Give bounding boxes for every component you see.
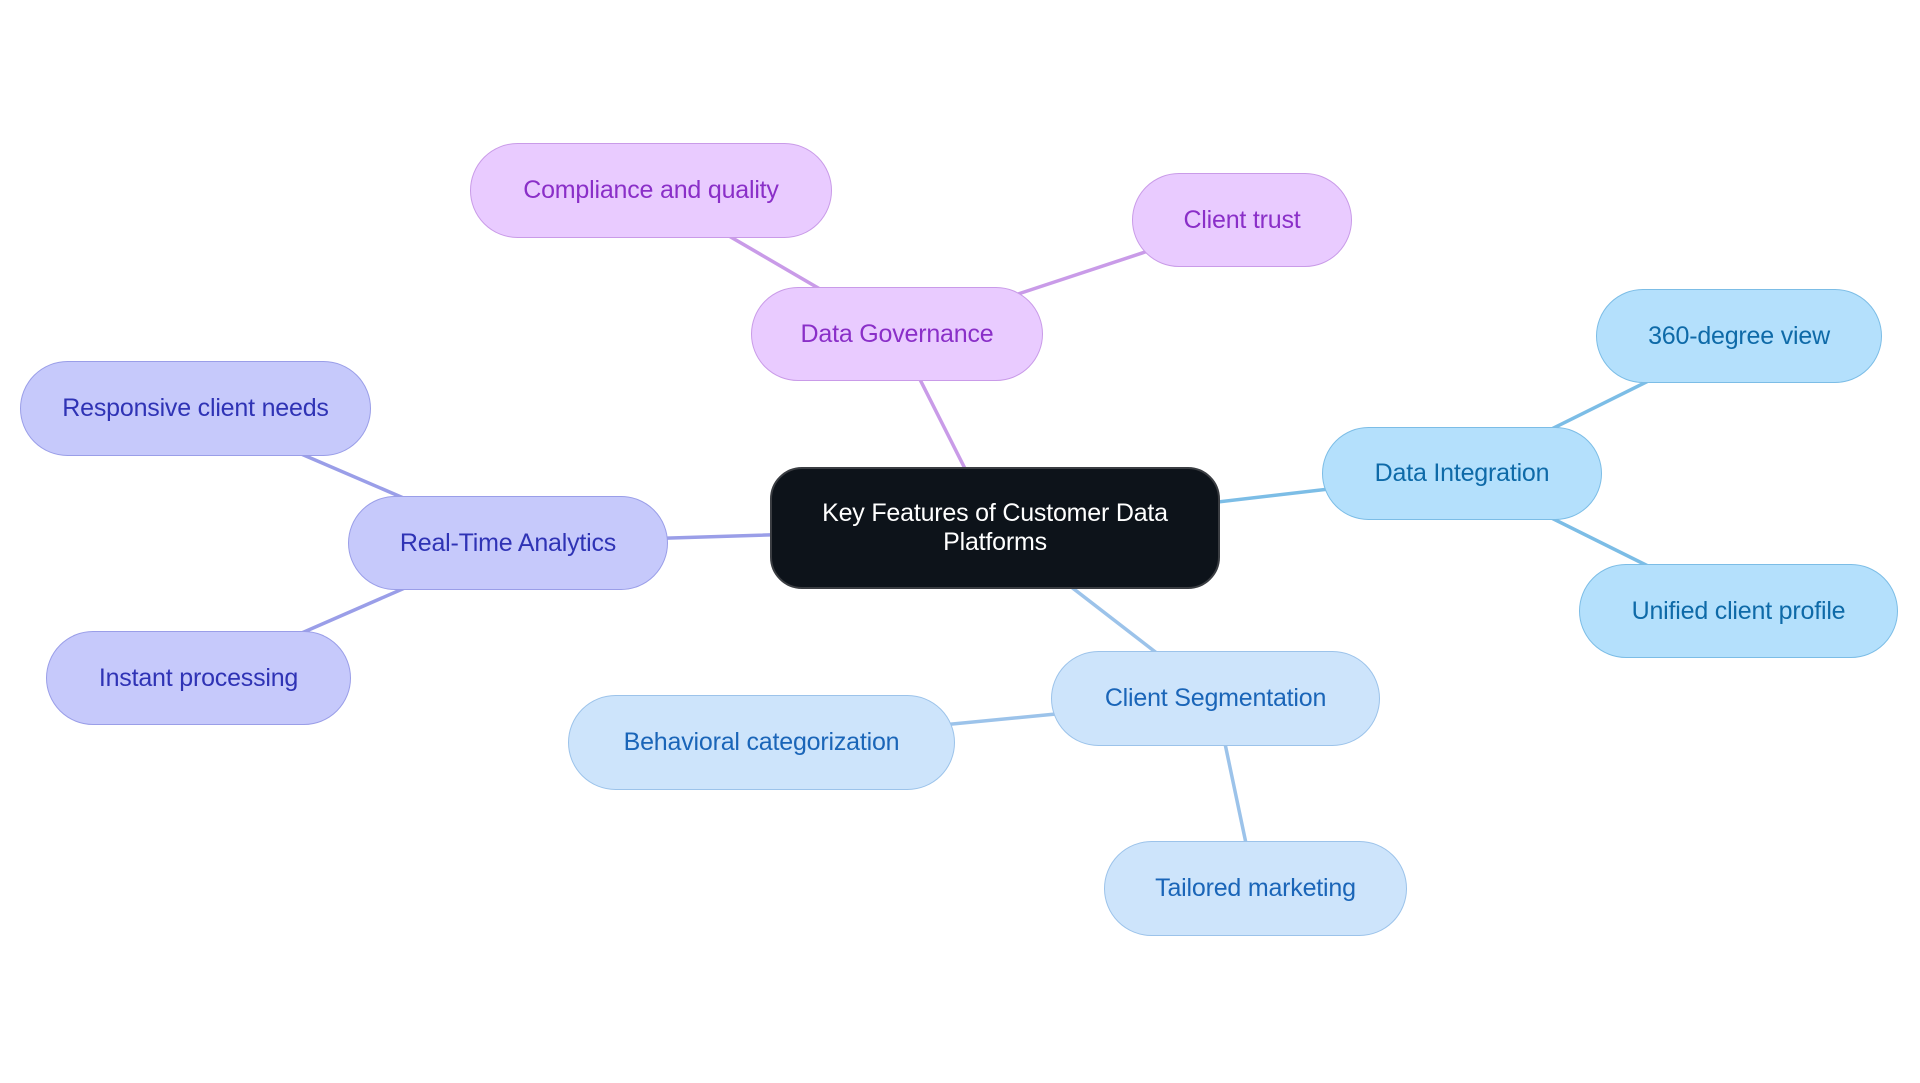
leaf-node-instant-processing[interactable]: Instant processing (46, 631, 351, 725)
leaf-label: 360-degree view (1648, 321, 1830, 350)
leaf-node-unified-client-profile[interactable]: Unified client profile (1579, 564, 1898, 658)
branch-label: Real-Time Analytics (399, 528, 617, 557)
leaf-label: Behavioral categorization (623, 728, 900, 757)
leaf-node-client-trust[interactable]: Client trust (1132, 173, 1352, 267)
leaf-label: Client trust (1183, 205, 1301, 234)
leaf-label: Compliance and quality (523, 176, 779, 205)
branch-node-data-governance[interactable]: Data Governance (751, 287, 1043, 381)
leaf-node-360-degree-view[interactable]: 360-degree view (1596, 289, 1882, 383)
branch-label: Data Governance (800, 319, 994, 348)
branch-node-client-segmentation[interactable]: Client Segmentation (1051, 651, 1380, 746)
leaf-label: Tailored marketing (1155, 874, 1356, 903)
root-node[interactable]: Key Features of Customer Data Platforms (770, 467, 1220, 589)
leaf-node-behavioral-categorization[interactable]: Behavioral categorization (568, 695, 955, 790)
branch-node-data-integration[interactable]: Data Integration (1322, 427, 1602, 520)
leaf-label: Instant processing (98, 663, 299, 692)
leaf-label: Responsive client needs (62, 394, 329, 423)
leaf-label: Unified client profile (1631, 596, 1846, 625)
leaf-node-compliance-and-quality[interactable]: Compliance and quality (470, 143, 832, 238)
root-label: Key Features of Customer Data Platforms (822, 499, 1168, 556)
branch-node-real-time-analytics[interactable]: Real-Time Analytics (348, 496, 668, 590)
leaf-node-responsive-client-needs[interactable]: Responsive client needs (20, 361, 371, 456)
branch-label: Data Integration (1374, 459, 1550, 488)
branch-label: Client Segmentation (1104, 684, 1327, 713)
leaf-node-tailored-marketing[interactable]: Tailored marketing (1104, 841, 1407, 936)
